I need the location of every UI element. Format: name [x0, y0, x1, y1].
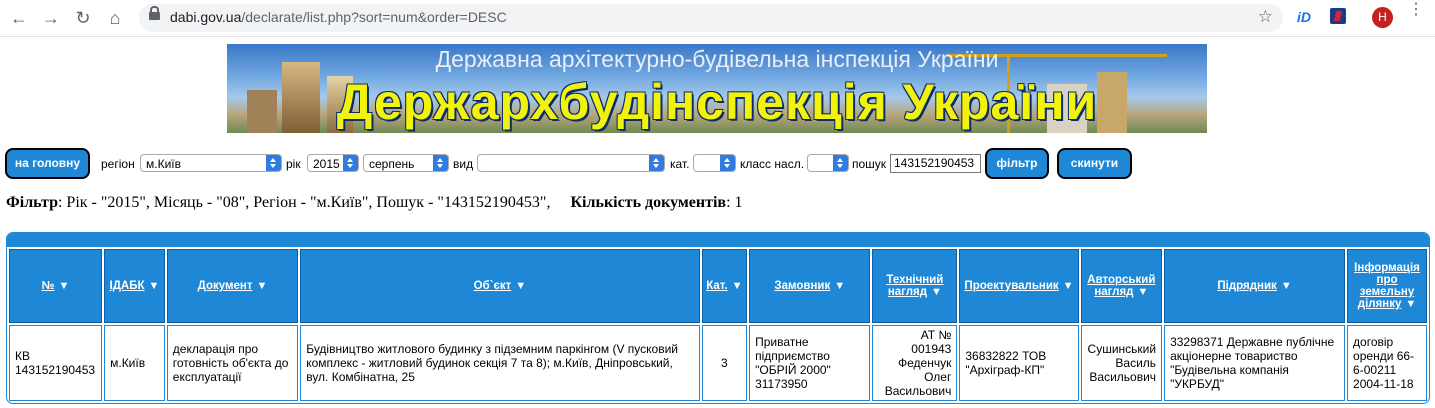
- year-label: рік: [286, 157, 301, 171]
- profile-avatar[interactable]: Н: [1372, 7, 1393, 28]
- cell-tech-supervision: АТ № 001943 Феденчук Олег Васильович: [872, 325, 958, 401]
- class-label: класс насл.: [740, 157, 805, 171]
- declarations-table: № ▼ ІДАБК ▼ Документ ▼ Об`єкт ▼ Кат. ▼ Замовник ▼ Те…: [6, 232, 1430, 404]
- sort-link-author-supervision-line2[interactable]: нагляд: [1094, 286, 1133, 298]
- sort-link-customer[interactable]: Замовник: [774, 280, 830, 292]
- cell-contractor: 33298371 Державне публічне акціонерне то…: [1164, 325, 1346, 401]
- category-label: кат.: [670, 157, 690, 171]
- chevron-down-icon: [343, 155, 358, 171]
- browser-toolbar: ← → ↻ ⌂ dabi.gov.ua/declarate/list.php?s…: [0, 0, 1435, 37]
- column-header-object[interactable]: Об`єкт ▼: [300, 249, 700, 323]
- chevron-down-icon: [649, 155, 664, 171]
- lock-icon: [149, 6, 160, 20]
- column-header-category[interactable]: Кат. ▼: [701, 249, 748, 323]
- site-banner: Державна архітектурно-будівельна інспекц…: [227, 44, 1207, 133]
- sort-link-number[interactable]: №: [42, 280, 55, 292]
- sort-desc-icon[interactable]: ▼: [931, 286, 942, 298]
- chevron-down-icon: [433, 155, 448, 171]
- url-text[interactable]: dabi.gov.ua/declarate/list.php?sort=num&…: [170, 9, 507, 25]
- forward-icon[interactable]: →: [40, 7, 62, 29]
- column-header-customer[interactable]: Замовник ▼: [749, 249, 871, 323]
- column-header-idabk[interactable]: ІДАБК ▼: [104, 249, 165, 323]
- banner-subtitle: Державна архітектурно-будівельна інспекц…: [435, 46, 999, 72]
- extension-icon[interactable]: [1330, 8, 1346, 24]
- table-row: КВ 143152190453 м.Київ декларація про гото…: [9, 325, 1427, 401]
- column-header-tech-supervision[interactable]: Технічний нагляд ▼: [872, 249, 958, 323]
- reload-icon[interactable]: ↻: [72, 7, 94, 29]
- sort-link-author-supervision[interactable]: Авторський: [1087, 274, 1155, 286]
- cell-category: 3: [701, 325, 748, 401]
- cell-author-supervision: Сушинський Василь Васильович: [1080, 325, 1163, 401]
- sort-link-tech-supervision-line2[interactable]: нагляд: [888, 286, 927, 298]
- column-header-author-supervision[interactable]: Авторський нагляд ▼: [1080, 249, 1163, 323]
- address-bar[interactable]: dabi.gov.ua/declarate/list.php?sort=num&…: [139, 4, 1283, 32]
- search-label: пошук: [852, 157, 887, 171]
- sort-desc-icon[interactable]: ▼: [1063, 280, 1074, 292]
- sort-desc-icon[interactable]: ▼: [515, 280, 526, 292]
- sort-link-tech-supervision[interactable]: Технічний: [886, 274, 943, 286]
- sort-desc-icon[interactable]: ▼: [1405, 298, 1416, 310]
- sort-link-land-info-line2[interactable]: ділянку: [1358, 298, 1402, 310]
- chevron-down-icon: [266, 155, 281, 171]
- sort-link-contractor[interactable]: Підрядник: [1217, 280, 1276, 292]
- cell-document: декларація про готовність об'єкта до екс…: [166, 325, 299, 401]
- cell-number: КВ 143152190453: [9, 325, 103, 401]
- sort-desc-icon[interactable]: ▼: [1137, 286, 1148, 298]
- year-select[interactable]: 2015: [307, 154, 359, 172]
- search-input[interactable]: 143152190453: [890, 154, 981, 173]
- back-icon[interactable]: ←: [8, 7, 30, 29]
- column-header-land-info[interactable]: Інформація про земельну ділянку ▼: [1347, 249, 1427, 323]
- table-header-row: № ▼ ІДАБК ▼ Документ ▼ Об`єкт ▼ Кат. ▼ Замовник ▼ Те…: [9, 249, 1427, 323]
- class-select[interactable]: [807, 154, 849, 172]
- sort-link-category[interactable]: Кат.: [706, 280, 727, 292]
- extension-id-icon[interactable]: iD: [1297, 9, 1311, 25]
- chevron-down-icon: [720, 155, 735, 171]
- column-header-number[interactable]: № ▼: [9, 249, 103, 323]
- sort-desc-icon[interactable]: ▼: [732, 280, 743, 292]
- sort-link-designer[interactable]: Проектувальник: [964, 280, 1058, 292]
- home-icon[interactable]: ⌂: [104, 7, 126, 29]
- chevron-down-icon: [833, 155, 848, 171]
- bookmark-star-icon[interactable]: ☆: [1258, 7, 1273, 27]
- cell-idabk: м.Київ: [104, 325, 165, 401]
- cell-designer: 36832822 ТОВ "Архіграф-КП": [959, 325, 1079, 401]
- sort-link-land-info[interactable]: Інформація про земельну: [1354, 262, 1420, 298]
- column-header-contractor[interactable]: Підрядник ▼: [1164, 249, 1346, 323]
- sort-link-idabk[interactable]: ІДАБК: [110, 280, 145, 292]
- browser-menu-icon[interactable]: ⋮: [1408, 2, 1424, 18]
- region-label: регіон: [101, 157, 135, 171]
- cell-object: Будівництво житлового будинку з підземни…: [300, 325, 700, 401]
- home-button[interactable]: на головну: [5, 148, 90, 179]
- month-select[interactable]: серпень: [363, 154, 449, 172]
- sort-link-document[interactable]: Документ: [198, 280, 253, 292]
- sort-link-object[interactable]: Об`єкт: [474, 280, 512, 292]
- column-header-document[interactable]: Документ ▼: [166, 249, 299, 323]
- sort-desc-icon[interactable]: ▼: [1281, 280, 1292, 292]
- type-label: вид: [453, 157, 474, 171]
- column-header-designer[interactable]: Проектувальник ▼: [959, 249, 1079, 323]
- type-select[interactable]: [477, 154, 665, 172]
- region-select[interactable]: м.Київ: [140, 154, 282, 172]
- sort-desc-icon[interactable]: ▼: [256, 280, 267, 292]
- cell-customer: Приватне підприємство "ОБРІЙ 2000" 31173…: [749, 325, 871, 401]
- reset-button[interactable]: скинути: [1057, 148, 1132, 179]
- sort-desc-icon[interactable]: ▼: [148, 280, 159, 292]
- filter-summary: Фільтр: Рік - "2015", Місяць - "08", Рег…: [6, 194, 743, 211]
- sort-desc-icon[interactable]: ▼: [834, 280, 845, 292]
- banner-title: Держархбудінспекція України: [336, 74, 1098, 130]
- category-select[interactable]: [693, 154, 736, 172]
- filter-button[interactable]: фільтр: [985, 148, 1049, 179]
- sort-desc-icon[interactable]: ▼: [59, 280, 70, 292]
- cell-land-info: договір оренди 66-6-00211 2004-11-18: [1347, 325, 1427, 401]
